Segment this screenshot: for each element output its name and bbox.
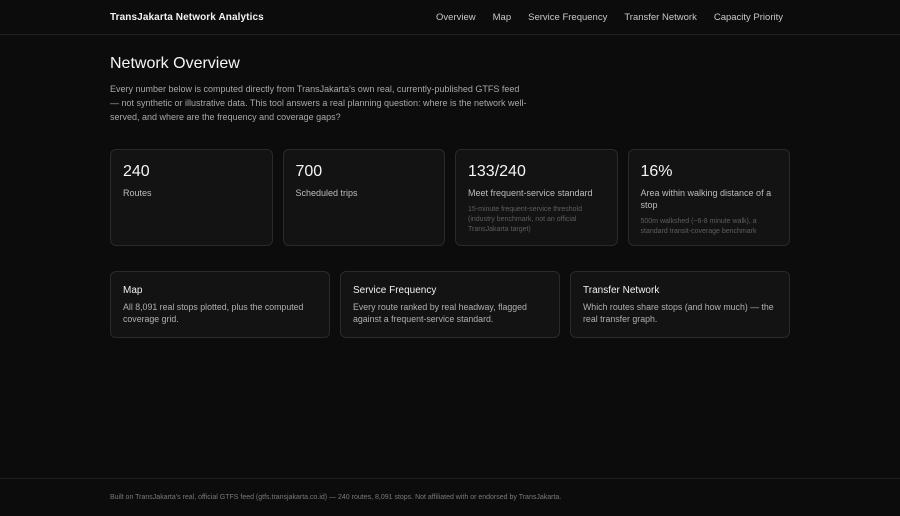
card-description: Every route ranked by real headway, flag…: [353, 302, 527, 324]
footer-text: Built on TransJakarta's real, official G…: [110, 494, 562, 501]
main-nav: Overview Map Service Frequency Transfer …: [436, 12, 783, 23]
stat-card-frequent-service: 133/240 Meet frequent-service standard 1…: [455, 149, 618, 246]
stats-row: 240 Routes 700 Scheduled trips 133/240 M…: [110, 149, 790, 246]
main-content: Network Overview Every number below is c…: [0, 35, 900, 338]
top-nav-bar: TransJakarta Network Analytics Overview …: [0, 0, 900, 35]
stat-note: 500m walkshed (~6-8 minute walk), a stan…: [640, 218, 757, 235]
stat-note: 15-minute frequent-service threshold (in…: [468, 206, 583, 233]
stat-value: 133/240: [468, 163, 526, 180]
card-description: All 8,091 real stops plotted, plus the c…: [123, 302, 304, 324]
card-title: Service Frequency: [353, 285, 437, 296]
nav-map[interactable]: Map: [493, 12, 511, 23]
nav-capacity-priority[interactable]: Capacity Priority: [714, 12, 783, 23]
card-map[interactable]: Map All 8,091 real stops plotted, plus t…: [110, 271, 330, 338]
footer: Built on TransJakarta's real, official G…: [0, 478, 900, 516]
stat-label: Meet frequent-service standard: [468, 188, 593, 198]
stat-label: Routes: [123, 188, 152, 198]
stat-card-routes: 240 Routes: [110, 149, 273, 246]
card-service-frequency[interactable]: Service Frequency Every route ranked by …: [340, 271, 560, 338]
nav-overview[interactable]: Overview: [436, 12, 476, 23]
nav-cards-row: Map All 8,091 real stops plotted, plus t…: [110, 271, 790, 338]
card-description: Which routes share stops (and how much) …: [583, 302, 774, 324]
nav-transfer-network[interactable]: Transfer Network: [624, 12, 697, 23]
page-title: Network Overview: [110, 55, 240, 72]
stat-value: 240: [123, 163, 150, 180]
stat-label: Area within walking distance of a stop: [640, 188, 772, 210]
stat-label: Scheduled trips: [295, 188, 358, 198]
card-transfer-network[interactable]: Transfer Network Which routes share stop…: [570, 271, 790, 338]
stat-value: 16%: [640, 163, 673, 180]
stat-card-coverage: 16% Area within walking distance of a st…: [627, 149, 790, 246]
stat-value: 700: [295, 163, 323, 180]
intro-text: Every number below is computed directly …: [110, 84, 527, 122]
card-title: Transfer Network: [583, 285, 660, 296]
nav-service-frequency[interactable]: Service Frequency: [528, 12, 607, 23]
stat-card-trips: 700 Scheduled trips: [282, 149, 445, 246]
brand-title: TransJakarta Network Analytics: [110, 11, 264, 23]
card-title: Map: [123, 285, 143, 296]
